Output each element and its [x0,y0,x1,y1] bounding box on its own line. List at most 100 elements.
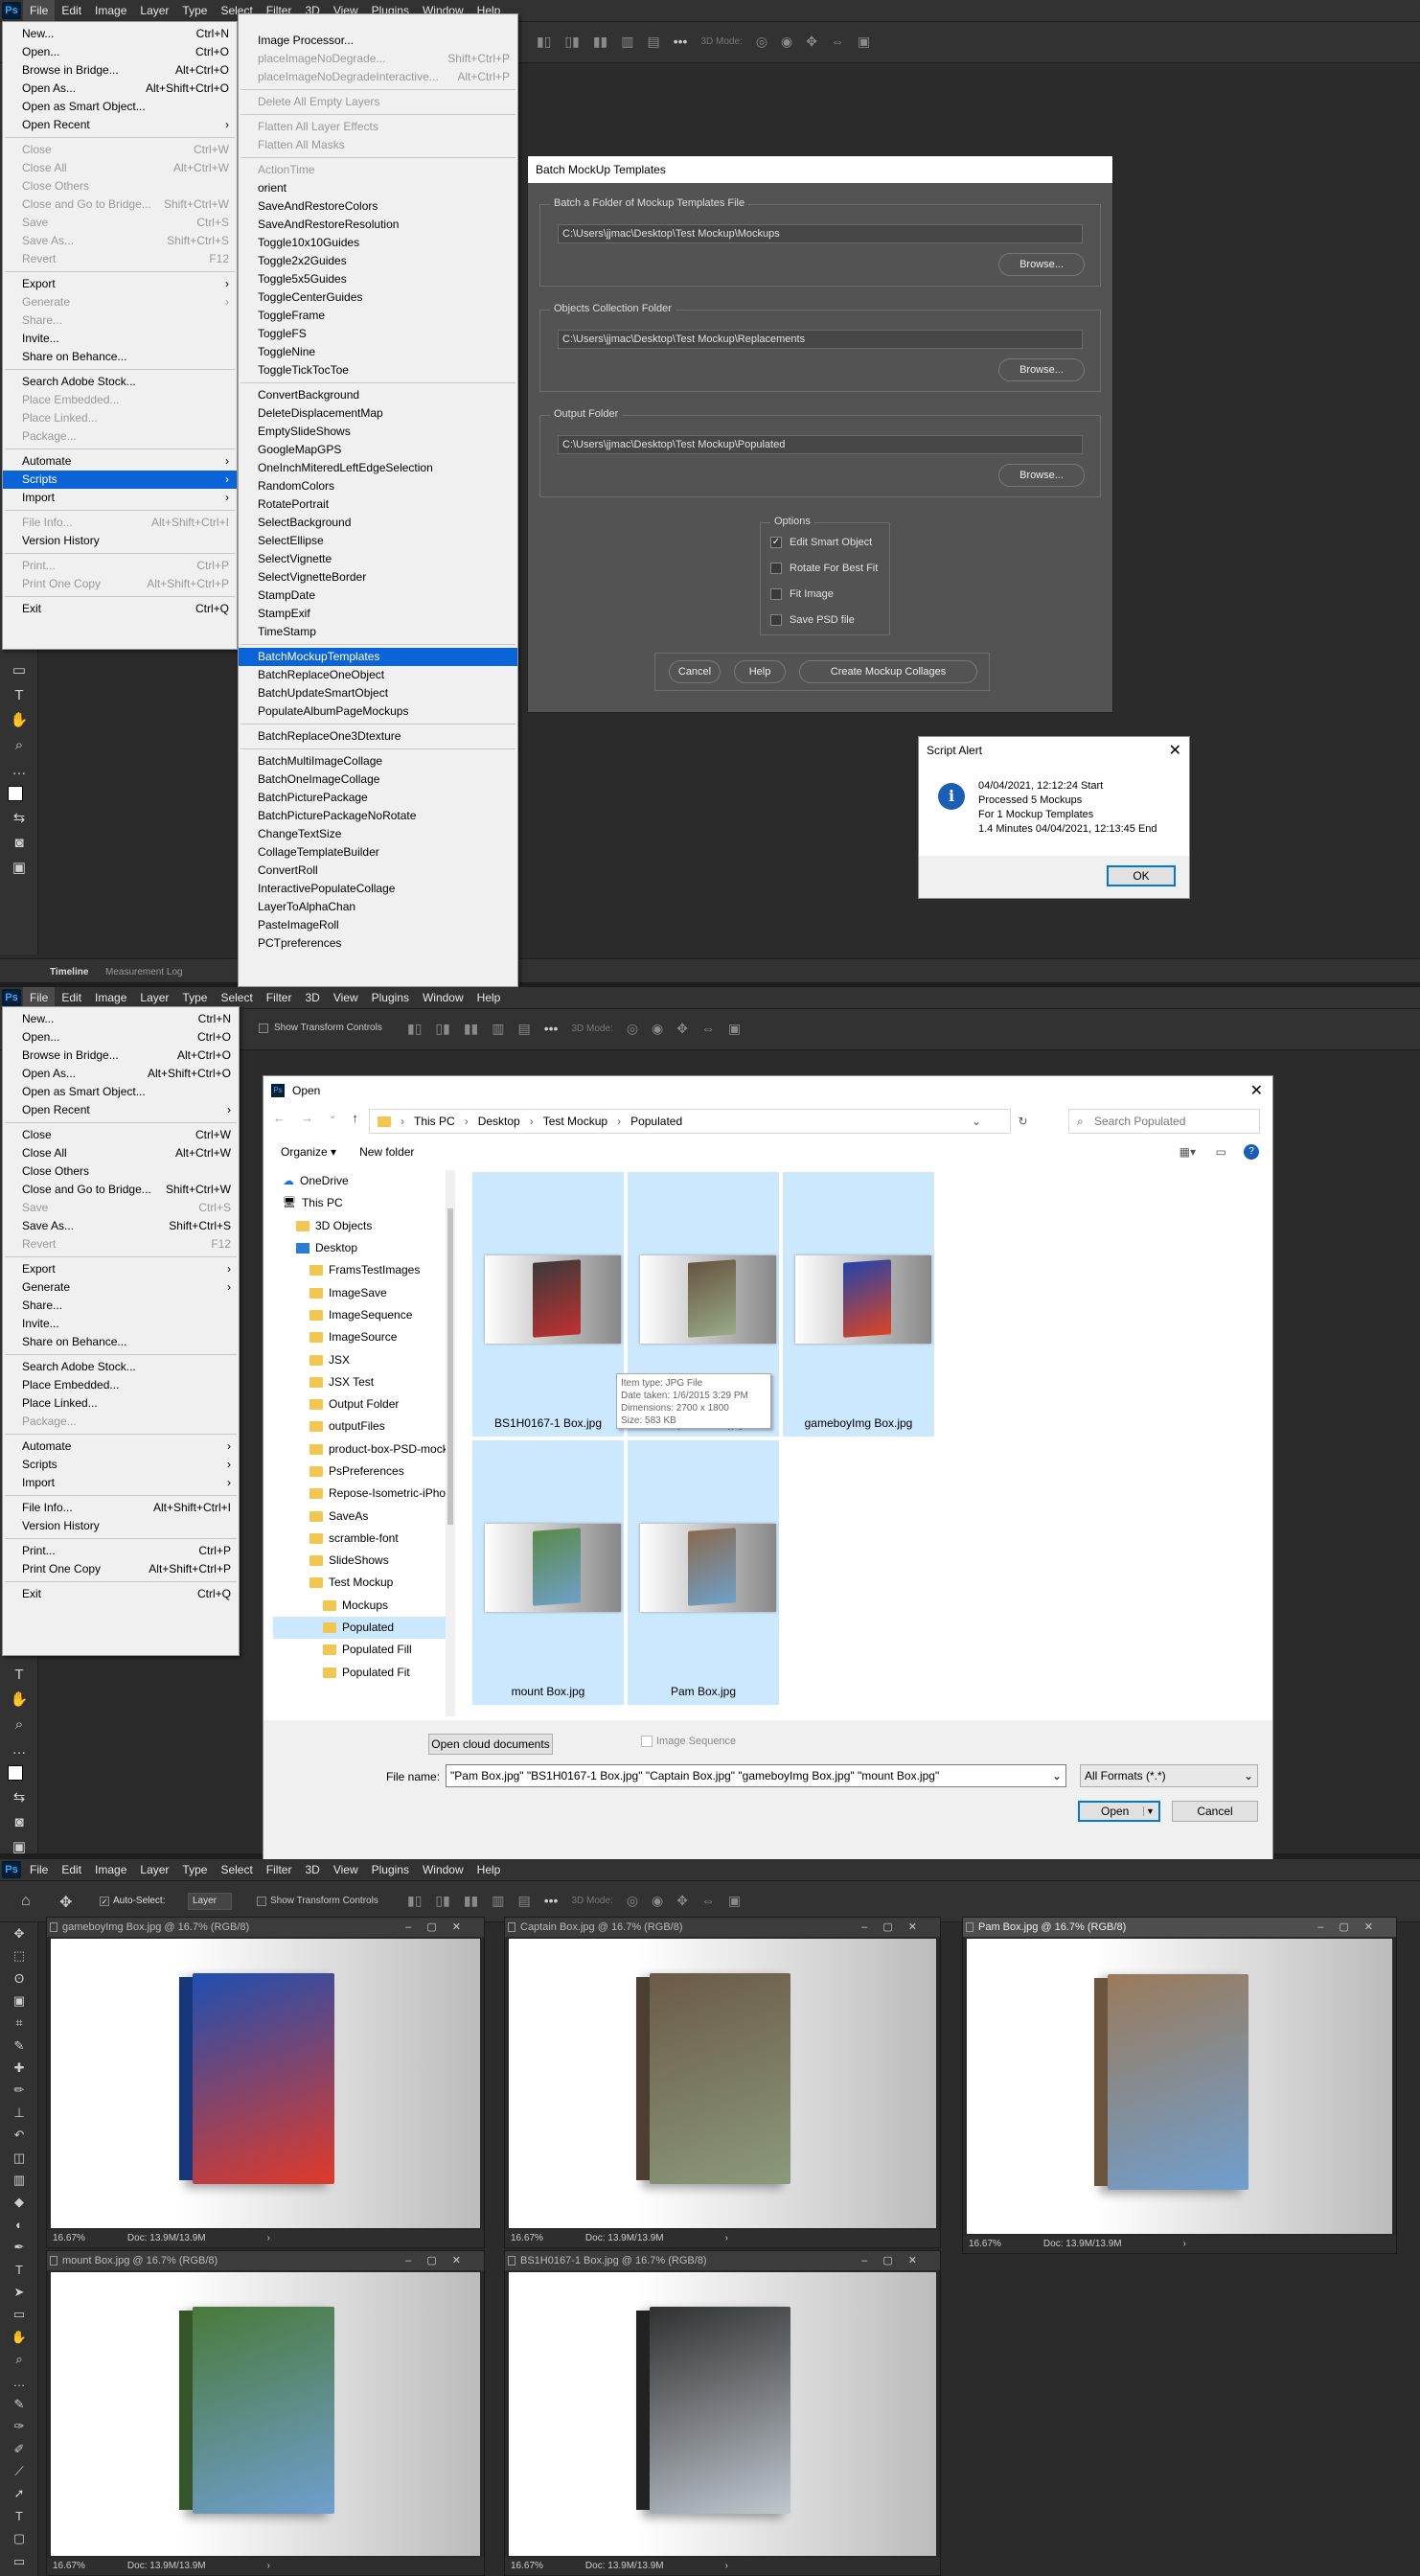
scale-icon[interactable]: ▣ [728,1893,741,1910]
menu-image[interactable]: Image [88,987,133,1008]
tree-item-framstestimages[interactable]: FramsTestImages [273,1259,446,1281]
chevron-down-icon[interactable]: ⌄ [972,1115,981,1128]
pen-3-icon[interactable]: ✐ [0,2438,38,2460]
browse-button[interactable]: Browse... [998,464,1085,487]
file-thumbnail[interactable]: mount Box.jpg [472,1440,624,1705]
brush-tool-icon[interactable]: ✏ [0,2080,38,2102]
ok-button[interactable]: OK [1107,865,1176,886]
tree-item-mockups[interactable]: Mockups [273,1595,446,1617]
type-2-icon[interactable]: T [0,2505,38,2527]
more-icon[interactable]: ••• [544,1893,559,1910]
window-controls-icon[interactable]: –▢✕ [861,1918,932,1937]
menu-layer[interactable]: Layer [133,987,175,1008]
menu-item[interactable]: CollageTemplateBuilder [239,843,517,862]
split-arrow-icon[interactable]: ▼ [1143,1806,1157,1816]
hand-tool-icon[interactable]: ✋ [0,1687,38,1712]
document-tab[interactable]: Captain Box.jpg @ 16.7% (RGB/8) –▢✕ [505,1918,940,1937]
create-mockup-collages-button[interactable]: Create Mockup Collages [799,660,977,683]
menu-item[interactable]: Share on Behance... [3,1333,239,1351]
menu-item[interactable]: EmptySlideShows [239,423,517,441]
quick-mask-icon[interactable]: ◙ [0,1809,38,1834]
tree-item-repose-isometric-iphone[interactable]: Repose-Isometric-iPhone [273,1483,446,1505]
cancel-button[interactable]: Cancel [1172,1801,1258,1822]
swap-colors-icon[interactable]: ⇆ [0,805,38,830]
pan-icon[interactable]: ✥ [676,1893,688,1910]
browse-button[interactable]: Browse... [998,253,1085,276]
menu-help[interactable]: Help [470,987,508,1008]
menu-item[interactable]: ToggleCenterGuides [239,288,517,307]
tree-item-jsx[interactable]: JSX [273,1348,446,1370]
marquee-tool-icon[interactable]: ⬚ [0,1944,38,1966]
menu-item[interactable]: Browse in Bridge... Alt+Ctrl+O [3,1046,239,1065]
menu-plugins[interactable]: Plugins [365,987,416,1008]
pen-2-icon[interactable]: ✑ [0,2416,38,2438]
window-controls-icon[interactable]: –▢✕ [1317,1918,1388,1937]
menu-type[interactable]: Type [175,0,214,21]
window-controls-icon[interactable]: –▢✕ [405,1918,476,1937]
rotate-best-fit-checkbox[interactable]: Rotate For Best Fit [770,563,878,574]
menu-item[interactable]: Exit Ctrl+Q [3,600,237,618]
menu-item[interactable]: TimeStamp [239,623,517,641]
menu-item[interactable]: PCTpreferences [239,934,517,953]
help-icon[interactable]: ? [1244,1144,1259,1160]
align-center-icon[interactable]: ▯▮ [564,34,579,51]
document-window[interactable]: Pam Box.jpg @ 16.7% (RGB/8) –▢✕ 16.67% Doc:… [962,1917,1397,2254]
menu-file[interactable]: File [23,1859,55,1880]
menu-file[interactable]: File [23,0,56,21]
tree-item-populated[interactable]: Populated [273,1616,446,1640]
menu-item[interactable]: SelectVignetteBorder [239,568,517,586]
menu-help[interactable]: Help [470,1859,508,1880]
document-window[interactable]: mount Box.jpg @ 16.7% (RGB/8) –▢✕ 16.67% Do… [46,2250,485,2576]
window-controls-icon[interactable]: –▢✕ [405,2251,476,2270]
save-psd-checkbox[interactable]: Save PSD file [770,614,855,626]
tree-scrollbar[interactable] [446,1170,455,1716]
chevron-right-icon[interactable]: › [1183,2239,1186,2249]
menu-item[interactable]: Save As... Shift+Ctrl+S [3,1217,239,1235]
menu-item[interactable]: StampExif [239,605,517,623]
recent-icon[interactable]: ⌄ [329,1111,336,1125]
document-window[interactable]: gameboyImg Box.jpg @ 16.7% (RGB/8) –▢✕ 16.… [46,1917,485,2248]
menu-item[interactable]: BatchMultiImageCollage [239,752,517,770]
menu-item[interactable]: Automate › [3,452,237,471]
view-options-icon[interactable]: ▦▾ [1180,1145,1196,1159]
menu-select[interactable]: Select [214,987,259,1008]
gradient-tool-icon[interactable]: ▥ [0,2169,38,2191]
align-center-icon[interactable]: ▯▮ [435,1021,449,1038]
menu-item[interactable]: Toggle10x10Guides [239,234,517,252]
move-tool-icon[interactable]: ✥ [0,1922,38,1944]
menu-item[interactable]: Automate › [3,1438,239,1456]
menu-item[interactable]: Open Recent › [3,116,237,134]
mockup-folder-field[interactable]: C:\Users\jjmac\Desktop\Test Mockup\Mocku… [558,224,1083,243]
menu-item[interactable]: Open as Smart Object... [3,98,237,116]
distribute-v-icon[interactable]: ▤ [648,34,660,51]
align-right-icon[interactable]: ▮▮ [464,1021,478,1038]
menu-type[interactable]: Type [175,1859,214,1880]
menu-item[interactable]: New... Ctrl+N [3,25,237,43]
healing-brush-icon[interactable]: ✚ [0,2057,38,2079]
path-2-icon[interactable]: ⟋ [0,2460,38,2482]
menu-item[interactable]: Open as Smart Object... [3,1083,239,1101]
tree-item-imagesource[interactable]: ImageSource [273,1326,446,1348]
menu-item[interactable]: DeleteDisplacementMap [239,404,517,423]
zoom-level[interactable]: 16.67% [53,2561,85,2571]
menu-edit[interactable]: Edit [55,0,88,21]
edit-toolbar-icon[interactable]: … [0,2371,38,2393]
open-button[interactable]: Open ▼ [1078,1801,1160,1822]
slide-icon[interactable]: ⇔ [701,1893,715,1910]
menu-item[interactable]: SaveAndRestoreResolution [239,216,517,234]
orbit-icon[interactable]: ◎ [756,34,767,51]
menu-item[interactable]: BatchOneImageCollage [239,770,517,789]
browse-button[interactable]: Browse... [998,358,1085,381]
home-icon[interactable]: ⌂ [21,1893,31,1910]
menu-select[interactable]: Select [214,1859,259,1880]
menu-item[interactable]: Scripts › [3,471,237,489]
crumb[interactable]: This PC [414,1115,455,1128]
menu-item[interactable]: Generate › [3,1278,239,1297]
align-left-icon[interactable]: ▮▯ [537,34,551,51]
layer-select[interactable]: Layer [188,1893,232,1910]
swap-colors-icon[interactable]: ⇆ [0,1784,38,1809]
document-window[interactable]: Captain Box.jpg @ 16.7% (RGB/8) –▢✕ 16.67%… [504,1917,941,2248]
menu-item[interactable]: SelectVignette [239,550,517,568]
menu-item[interactable]: BatchPicturePackageNoRotate [239,807,517,825]
menu-item[interactable]: LayerToAlphaChan [239,898,517,916]
